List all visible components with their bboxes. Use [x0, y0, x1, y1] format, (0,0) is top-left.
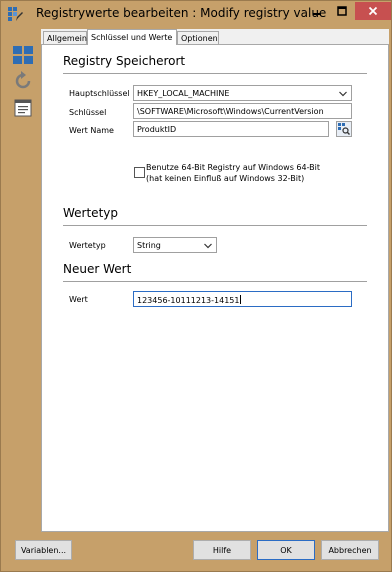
tab-schluessel-und-werte[interactable]: Schlüssel und Werte	[87, 29, 177, 45]
windows-grid-icon[interactable]	[12, 44, 34, 66]
minimize-button[interactable]	[305, 2, 329, 20]
key-label: Schlüssel	[69, 108, 107, 117]
help-button[interactable]: Hilfe	[193, 540, 251, 560]
section-divider	[63, 73, 367, 74]
chevron-down-icon	[339, 90, 347, 99]
value-type-label: Wertetyp	[69, 241, 106, 250]
main-panel: Allgemein Schlüssel und Werte Optionen R…	[41, 29, 389, 532]
tab-allgemein[interactable]: Allgemein	[43, 31, 87, 45]
value-name-input[interactable]: ProduktID	[133, 121, 329, 137]
section-divider	[63, 225, 367, 226]
refresh-icon[interactable]	[12, 70, 34, 92]
close-icon	[368, 6, 378, 16]
value-label: Wert	[69, 295, 88, 304]
hive-label: Hauptschlüssel	[69, 89, 130, 98]
window-title: Registrywerte bearbeiten : Modify regist…	[36, 6, 327, 20]
browse-registry-button[interactable]	[336, 121, 352, 137]
use-64bit-label-line1: Benutze 64-Bit Registry auf Windows 64-B…	[146, 163, 321, 172]
use-64bit-label-line2: (hat keinen Einfluß auf Windows 32-Bit)	[146, 174, 305, 183]
ok-button[interactable]: OK	[257, 540, 315, 560]
section-title-new-value: Neuer Wert	[63, 262, 132, 276]
tab-optionen[interactable]: Optionen	[177, 31, 219, 45]
value-name-label: Wert Name	[69, 126, 114, 135]
text-caret	[240, 295, 242, 304]
value-input[interactable]: 123456-10111213-14151	[133, 291, 352, 307]
hive-select-value: HKEY_LOCAL_MACHINE	[137, 89, 230, 98]
tab-content: Registry Speicherort Hauptschlüssel HKEY…	[41, 44, 389, 532]
registry-edit-icon	[7, 6, 23, 22]
section-divider	[63, 281, 367, 282]
value-type-select[interactable]: String	[133, 237, 217, 253]
variables-button[interactable]: Variablen...	[15, 540, 72, 560]
tab-strip: Allgemein Schlüssel und Werte Optionen	[41, 29, 389, 45]
close-button[interactable]	[355, 2, 391, 20]
value-input-text: 123456-10111213-14151	[137, 296, 240, 305]
section-title-registry-location: Registry Speicherort	[63, 54, 186, 68]
title-bar[interactable]: Registrywerte bearbeiten : Modify regist…	[1, 1, 391, 27]
hive-select[interactable]: HKEY_LOCAL_MACHINE	[133, 85, 352, 101]
maximize-button[interactable]	[330, 2, 354, 20]
browse-search-icon	[338, 123, 350, 135]
section-title-value-type: Wertetyp	[63, 206, 118, 220]
cancel-button[interactable]: Abbrechen	[321, 540, 379, 560]
minimize-icon	[313, 13, 321, 15]
use-64bit-checkbox[interactable]	[134, 167, 145, 178]
value-type-select-value: String	[137, 241, 161, 250]
key-input[interactable]: \SOFTWARE\Microsoft\Windows\CurrentVersi…	[133, 103, 352, 119]
maximize-icon	[337, 6, 347, 16]
document-icon[interactable]	[12, 97, 34, 119]
chevron-down-icon	[204, 242, 212, 251]
dialog-window: Registrywerte bearbeiten : Modify regist…	[0, 0, 392, 572]
